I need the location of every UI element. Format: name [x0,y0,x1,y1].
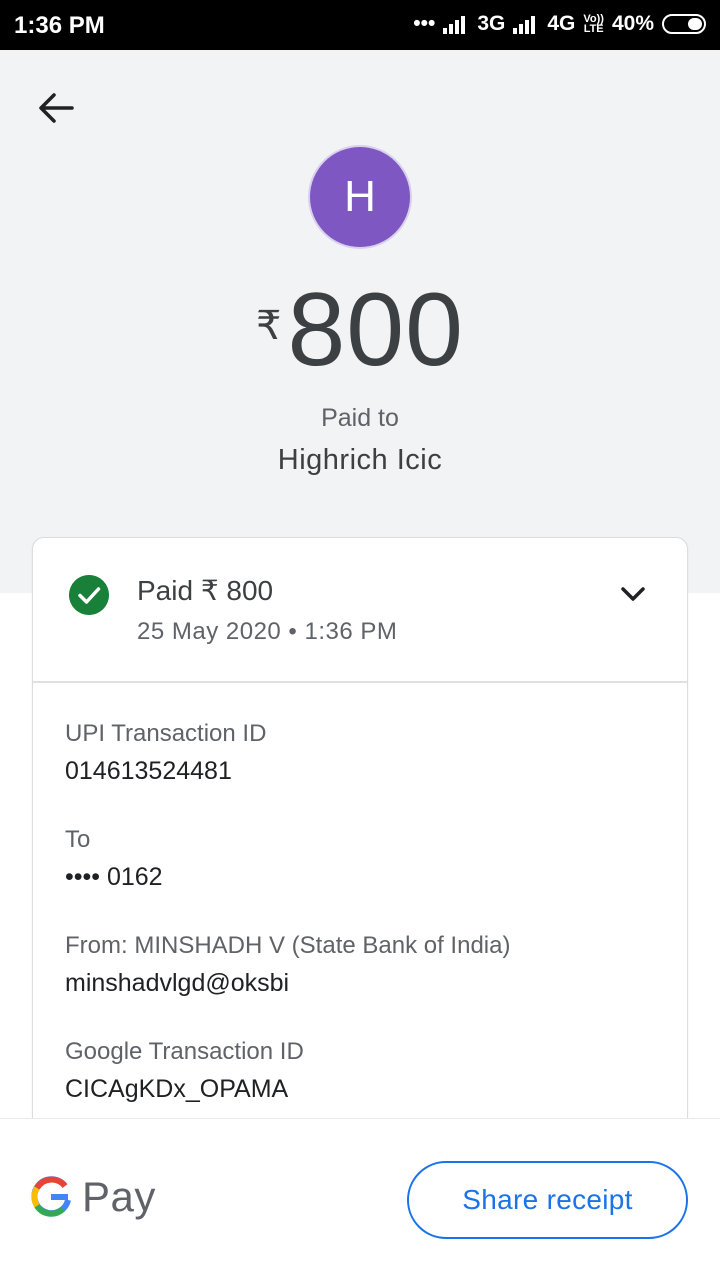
payment-date: 25 May 2020 • 1:36 PM [137,618,398,645]
battery-percent: 40% [611,12,654,35]
detail-from: From: MINSHADH V (State Bank of India) m… [65,930,510,1000]
detail-value[interactable]: 014613524481 [65,754,266,788]
network-3g: 3G [477,12,506,35]
detail-label: To [65,826,91,853]
signal-icon [513,16,536,34]
status-time: 1:36 PM [14,12,105,39]
paid-to-label: Paid to [321,404,399,432]
divider [33,681,687,683]
share-receipt-button[interactable]: Share receipt [407,1161,688,1239]
signal-icon [443,16,466,34]
detail-google-transaction-id: Google Transaction ID CICAgKDx_OPAMA [65,1036,304,1106]
battery-icon [662,14,706,34]
google-g-icon [31,1176,71,1217]
check-circle-icon [69,575,109,615]
detail-value[interactable]: CICAgKDx_OPAMA [65,1072,304,1106]
currency-symbol: ₹ [256,304,282,348]
back-arrow-icon[interactable] [36,88,76,128]
detail-label: From: MINSHADH V (State Bank of India) [65,932,511,959]
dots-icon: ••• [413,12,436,35]
google-pay-logo: Pay [30,1173,156,1221]
avatar: H [310,147,410,247]
detail-upi-transaction-id: UPI Transaction ID 014613524481 [65,718,266,788]
detail-to: To •••• 0162 [65,824,163,894]
payment-status: Paid ₹ 800 [137,575,274,606]
status-bar: 1:36 PM ••• 3G 4G Vo)) LTE 40% [0,0,720,50]
amount: ₹800 [0,275,720,385]
detail-value: •••• 0162 [65,863,163,891]
gpay-brand-text: Pay [82,1173,156,1220]
status-icons: ••• 3G 4G Vo)) LTE 40% [413,12,706,36]
detail-value: minshadvlgd@oksbi [65,969,290,997]
volte-icon: Vo)) LTE [583,14,604,35]
chevron-down-icon[interactable] [617,582,649,606]
volte-bottom: LTE [583,23,604,35]
amount-value: 800 [287,272,464,388]
bottom-bar: Pay Share receipt [0,1118,720,1281]
transaction-card: Paid ₹ 800 25 May 2020 • 1:36 PM UPI Tra… [32,537,688,1177]
detail-label: UPI Transaction ID [65,720,267,747]
detail-label: Google Transaction ID [65,1038,304,1065]
network-4g: 4G [547,12,576,35]
payee-name: Highrich Icic [277,444,443,476]
